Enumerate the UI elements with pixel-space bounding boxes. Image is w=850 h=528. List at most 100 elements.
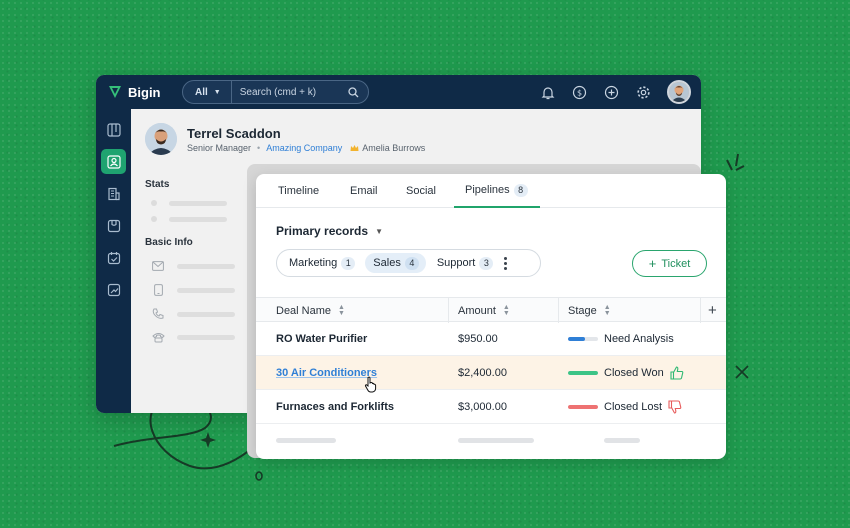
side-navigation [96, 109, 131, 413]
add-circle-icon[interactable] [603, 84, 620, 101]
separator-dot: • [257, 142, 261, 153]
sort-icon[interactable]: ▲ ▼ [503, 304, 510, 317]
info-row-phone [151, 308, 235, 320]
pipeline-pill-count: 4 [404, 256, 419, 270]
chevron-down-icon: ▼ [213, 88, 221, 96]
info-row-mobile [151, 284, 235, 296]
currency-icon[interactable]: $ [571, 84, 588, 101]
pipeline-pill-label: Sales [373, 257, 401, 269]
tab-pipelines-label: Pipelines [465, 184, 510, 196]
global-search: All ▼ Search (cmd + k) [182, 80, 369, 104]
phone-icon [151, 308, 165, 320]
stage-label: Closed Won [604, 367, 664, 379]
add-ticket-button[interactable]: + Ticket [632, 250, 707, 277]
pipeline-pill-label: Support [436, 257, 476, 269]
brand-name: Bigin [128, 84, 161, 100]
search-filter-label: All [195, 86, 208, 98]
telephone-icon [151, 332, 165, 343]
table-header: Deal Name ▲ ▼ Amount ▲ ▼ Stage ▲ ▼ + [256, 297, 726, 323]
more-options-icon[interactable] [504, 256, 508, 270]
sort-icon[interactable]: ▲ ▼ [338, 304, 345, 317]
deal-stage: Closed Won [568, 356, 684, 390]
pipeline-pill-marketing[interactable]: Marketing 1 [281, 253, 362, 273]
user-avatar[interactable] [667, 80, 691, 104]
column-label: Amount [458, 304, 496, 317]
deal-name[interactable]: Furnaces and Forklifts [276, 390, 394, 424]
crown-icon [350, 144, 359, 152]
pipeline-board-icon [106, 122, 121, 137]
tab-pipelines[interactable]: Pipelines 8 [465, 184, 528, 197]
detail-tabs: Timeline Email Social Pipelines 8 [256, 174, 726, 208]
top-bar: Bigin All ▼ Search (cmd + k) $ [96, 75, 701, 109]
table-row[interactable]: Furnaces and Forklifts $3,000.00 Closed … [256, 390, 726, 424]
stage-label: Closed Lost [604, 401, 663, 413]
active-tab-indicator [454, 206, 540, 208]
column-label: Deal Name [276, 304, 332, 317]
tab-timeline[interactable]: Timeline [278, 185, 319, 197]
caret-down-icon: ▼ [375, 226, 383, 236]
basic-info-heading: Basic Info [145, 237, 193, 248]
report-chart-icon [107, 283, 120, 296]
contact-icon [106, 154, 121, 169]
pipeline-pill-count: 3 [479, 256, 494, 270]
brand-logo[interactable]: Bigin [108, 85, 182, 100]
nav-reports[interactable] [101, 277, 126, 302]
stage-progress-bar [568, 337, 598, 341]
info-row-landline [151, 332, 235, 343]
info-row-email [151, 261, 235, 271]
table-row[interactable]: 30 Air Conditioners $2,400.00 Closed Won [256, 356, 726, 390]
nav-contacts[interactable] [101, 149, 126, 174]
sort-icon[interactable]: ▲ ▼ [604, 304, 611, 317]
deal-name-link[interactable]: 30 Air Conditioners [276, 356, 377, 390]
tab-pipelines-count: 8 [513, 184, 528, 197]
tab-social[interactable]: Social [406, 185, 436, 197]
deal-stage: Closed Lost [568, 390, 682, 424]
pipeline-pill-support[interactable]: Support 3 [429, 253, 501, 273]
related-records-panel: Timeline Email Social Pipelines 8 Primary… [256, 174, 726, 459]
column-header-amount[interactable]: Amount ▲ ▼ [458, 298, 510, 323]
nav-pipelines[interactable] [101, 117, 126, 142]
deal-stage: Need Analysis [568, 322, 674, 356]
company-link[interactable]: Amazing Company [266, 143, 342, 153]
deal-name[interactable]: RO Water Purifier [276, 322, 367, 356]
column-header-stage[interactable]: Stage ▲ ▼ [568, 298, 611, 323]
contact-header: Terrel Scaddon Senior Manager • Amazing … [145, 123, 425, 155]
tab-email[interactable]: Email [350, 185, 378, 197]
contact-title: Senior Manager [187, 142, 252, 153]
stage-progress-bar [568, 371, 598, 375]
deal-amount: $2,400.00 [458, 367, 507, 379]
stats-placeholder-row [151, 216, 227, 222]
calendar-check-icon [107, 251, 120, 264]
add-ticket-label: Ticket [661, 257, 691, 270]
stats-heading: Stats [145, 179, 170, 190]
bell-icon[interactable] [539, 84, 556, 101]
records-selector[interactable]: Primary records ▼ [276, 224, 383, 238]
stage-label: Need Analysis [604, 333, 674, 345]
pipeline-filter-group: Marketing 1 Sales 4 Support 3 [276, 249, 541, 277]
table-row[interactable]: RO Water Purifier $950.00 Need Analysis [256, 322, 726, 356]
bigin-logo-icon [109, 86, 121, 98]
thumbs-up-icon [670, 366, 684, 380]
loading-placeholder [276, 438, 336, 443]
plus-icon: + [648, 256, 657, 271]
search-filter-dropdown[interactable]: All ▼ [183, 81, 232, 103]
pipeline-pill-label: Marketing [289, 257, 338, 269]
nav-products[interactable] [101, 213, 126, 238]
nav-companies[interactable] [101, 181, 126, 206]
deal-amount: $3,000.00 [458, 401, 507, 413]
svg-text:$: $ [577, 88, 582, 97]
pipeline-pill-sales[interactable]: Sales 4 [365, 253, 426, 273]
search-input[interactable]: Search (cmd + k) [232, 87, 348, 98]
mobile-icon [151, 284, 165, 296]
column-header-deal-name[interactable]: Deal Name ▲ ▼ [276, 298, 345, 323]
deal-amount: $950.00 [458, 333, 498, 345]
column-label: Stage [568, 304, 597, 317]
records-title: Primary records [276, 224, 369, 238]
envelope-icon [151, 261, 165, 271]
gear-icon[interactable] [635, 84, 652, 101]
search-icon[interactable] [348, 86, 359, 98]
stage-progress-bar [568, 405, 598, 409]
add-column-icon[interactable]: + [708, 298, 717, 323]
contact-avatar [145, 123, 177, 155]
nav-activities[interactable] [101, 245, 126, 270]
